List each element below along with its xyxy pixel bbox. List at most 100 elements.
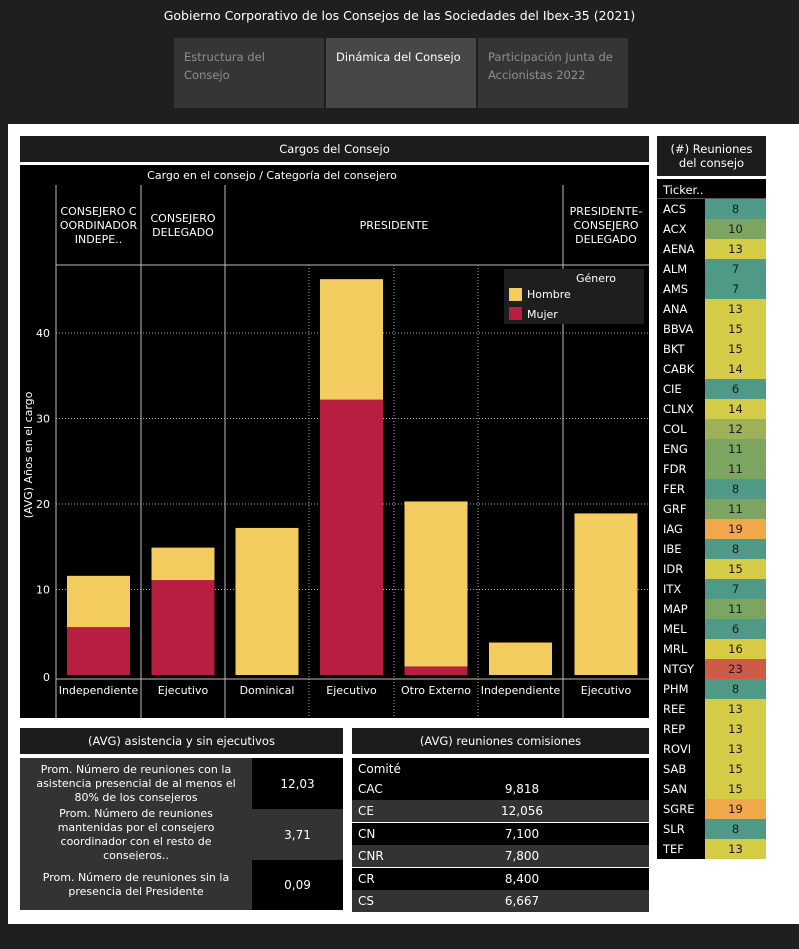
tab-dinamica-del-consejo[interactable]: Dinámica del Consejo xyxy=(326,38,476,108)
legend[interactable]: Género Hombre Mujer xyxy=(504,269,644,324)
reuniones-value-cell[interactable]: 11 xyxy=(705,439,766,459)
reuniones-row[interactable]: SAB 15 xyxy=(657,759,766,779)
reuniones-value-cell[interactable]: 13 xyxy=(705,719,766,739)
reuniones-value-cell[interactable]: 12 xyxy=(705,419,766,439)
x-tick-labels: Independiente Ejecutivo Dominical Ejecutivo… xyxy=(59,684,632,697)
reuniones-row[interactable]: CLNX 14 xyxy=(657,399,766,419)
reuniones-value-cell[interactable]: 8 xyxy=(705,479,766,499)
legend-background xyxy=(504,269,644,324)
reuniones-row[interactable]: ALM 7 xyxy=(657,259,766,279)
reuniones-value-cell[interactable]: 13 xyxy=(705,699,766,719)
comite-column-header[interactable]: Comité xyxy=(352,758,649,778)
reuniones-row[interactable]: ROVI 13 xyxy=(657,739,766,759)
comisiones-row[interactable]: CS 6,667 xyxy=(352,890,649,912)
bar-segment-hombre[interactable] xyxy=(574,513,638,675)
tab-estructura-del-consejo[interactable]: Estructura del Consejo xyxy=(174,38,324,108)
reuniones-value-cell[interactable]: 7 xyxy=(705,279,766,299)
reuniones-row[interactable]: REE 13 xyxy=(657,699,766,719)
reuniones-row[interactable]: SLR 8 xyxy=(657,819,766,839)
reuniones-row[interactable]: ITX 7 xyxy=(657,579,766,599)
reuniones-value-cell[interactable]: 6 xyxy=(705,379,766,399)
reuniones-row[interactable]: REP 13 xyxy=(657,719,766,739)
reuniones-row[interactable]: PHM 8 xyxy=(657,679,766,699)
reuniones-value-cell[interactable]: 10 xyxy=(705,219,766,239)
bar-segment-hombre[interactable] xyxy=(489,642,552,675)
reuniones-row[interactable]: BKT 15 xyxy=(657,339,766,359)
bar-segment-mujer[interactable] xyxy=(404,666,468,675)
bar-segment-mujer[interactable] xyxy=(320,399,383,675)
reuniones-row[interactable]: SGRE 19 xyxy=(657,799,766,819)
reuniones-value-cell[interactable]: 11 xyxy=(705,499,766,519)
reuniones-value-cell[interactable]: 16 xyxy=(705,639,766,659)
reuniones-value-cell[interactable]: 19 xyxy=(705,799,766,819)
reuniones-value-cell[interactable]: 13 xyxy=(705,299,766,319)
reuniones-row[interactable]: TEF 13 xyxy=(657,839,766,859)
asistencia-row[interactable]: Prom. Número de reuniones mantenidas por… xyxy=(20,807,343,862)
reuniones-value-cell[interactable]: 19 xyxy=(705,519,766,539)
comite-name: CR xyxy=(358,871,375,886)
reuniones-value-cell[interactable]: 15 xyxy=(705,339,766,359)
reuniones-value-cell[interactable]: 7 xyxy=(705,259,766,279)
reuniones-row[interactable]: IBE 8 xyxy=(657,539,766,559)
reuniones-value-cell[interactable]: 15 xyxy=(705,319,766,339)
reuniones-row[interactable]: CABK 14 xyxy=(657,359,766,379)
comisiones-row[interactable]: CE 12,056 xyxy=(352,800,649,823)
ticker-column-header[interactable]: Ticker.. xyxy=(657,179,766,199)
comisiones-row[interactable]: CNR 7,800 xyxy=(352,845,649,868)
reuniones-value-cell[interactable]: 8 xyxy=(705,539,766,559)
cargos-chart[interactable]: Cargo en el consejo / Categoría del cons… xyxy=(20,165,649,718)
reuniones-row[interactable]: GRF 11 xyxy=(657,499,766,519)
reuniones-row[interactable]: AMS 7 xyxy=(657,279,766,299)
reuniones-value-cell[interactable]: 13 xyxy=(705,839,766,859)
reuniones-row[interactable]: MEL 6 xyxy=(657,619,766,639)
reuniones-value-cell[interactable]: 14 xyxy=(705,359,766,379)
reuniones-row[interactable]: ENG 11 xyxy=(657,439,766,459)
reuniones-value-cell[interactable]: 13 xyxy=(705,739,766,759)
reuniones-row[interactable]: AENA 13 xyxy=(657,239,766,259)
tab-participacion-junta[interactable]: Participación Junta de Accionistas 2022 xyxy=(478,38,628,108)
bar-segment-hombre[interactable] xyxy=(67,575,130,628)
asistencia-row[interactable]: Prom. Número de reuniones sin la presenc… xyxy=(20,860,343,910)
reuniones-value-cell[interactable]: 6 xyxy=(705,619,766,639)
reuniones-row[interactable]: COL 12 xyxy=(657,419,766,439)
reuniones-value-cell[interactable]: 13 xyxy=(705,239,766,259)
reuniones-row[interactable]: ACS 8 xyxy=(657,199,766,219)
bar-segment-hombre[interactable] xyxy=(404,501,468,667)
comisiones-row[interactable]: CN 7,100 xyxy=(352,822,649,845)
reuniones-value-cell[interactable]: 11 xyxy=(705,599,766,619)
reuniones-value-cell[interactable]: 15 xyxy=(705,559,766,579)
reuniones-row[interactable]: FDR 11 xyxy=(657,459,766,479)
reuniones-value-cell[interactable]: 11 xyxy=(705,459,766,479)
ticker-label: SGRE xyxy=(663,802,695,816)
reuniones-row[interactable]: NTGY 23 xyxy=(657,659,766,679)
comisiones-row[interactable]: CAC 9,818 xyxy=(352,778,649,800)
comisiones-row[interactable]: CR 8,400 xyxy=(352,867,649,890)
bar-segment-mujer[interactable] xyxy=(67,627,130,675)
reuniones-row[interactable]: FER 8 xyxy=(657,479,766,499)
reuniones-row[interactable]: ACX 10 xyxy=(657,219,766,239)
bar-segment-hombre[interactable] xyxy=(320,279,383,400)
reuniones-value-cell[interactable]: 14 xyxy=(705,399,766,419)
bar-segment-hombre[interactable] xyxy=(151,547,215,581)
reuniones-row[interactable]: ANA 13 xyxy=(657,299,766,319)
reuniones-value-cell[interactable]: 23 xyxy=(705,659,766,679)
reuniones-row[interactable]: MAP 11 xyxy=(657,599,766,619)
reuniones-row[interactable]: SAN 15 xyxy=(657,779,766,799)
asistencia-row-value: 12,03 xyxy=(252,758,343,809)
reuniones-row[interactable]: IDR 15 xyxy=(657,559,766,579)
y-tick-label: 30 xyxy=(36,413,50,426)
reuniones-row[interactable]: BBVA 15 xyxy=(657,319,766,339)
reuniones-value-cell[interactable]: 15 xyxy=(705,759,766,779)
reuniones-value-cell[interactable]: 15 xyxy=(705,779,766,799)
bar-segment-hombre[interactable] xyxy=(235,527,299,675)
asistencia-row[interactable]: Prom. Número de reuniones con la asisten… xyxy=(20,758,343,809)
reuniones-row[interactable]: MRL 16 xyxy=(657,639,766,659)
reuniones-value-cell[interactable]: 8 xyxy=(705,199,766,219)
reuniones-value-cell[interactable]: 8 xyxy=(705,819,766,839)
bar-segment-mujer[interactable] xyxy=(151,580,215,675)
reuniones-value-cell[interactable]: 8 xyxy=(705,679,766,699)
reuniones-row[interactable]: IAG 19 xyxy=(657,519,766,539)
tab-label: Dinámica del Consejo xyxy=(336,50,461,64)
reuniones-value-cell[interactable]: 7 xyxy=(705,579,766,599)
reuniones-row[interactable]: CIE 6 xyxy=(657,379,766,399)
